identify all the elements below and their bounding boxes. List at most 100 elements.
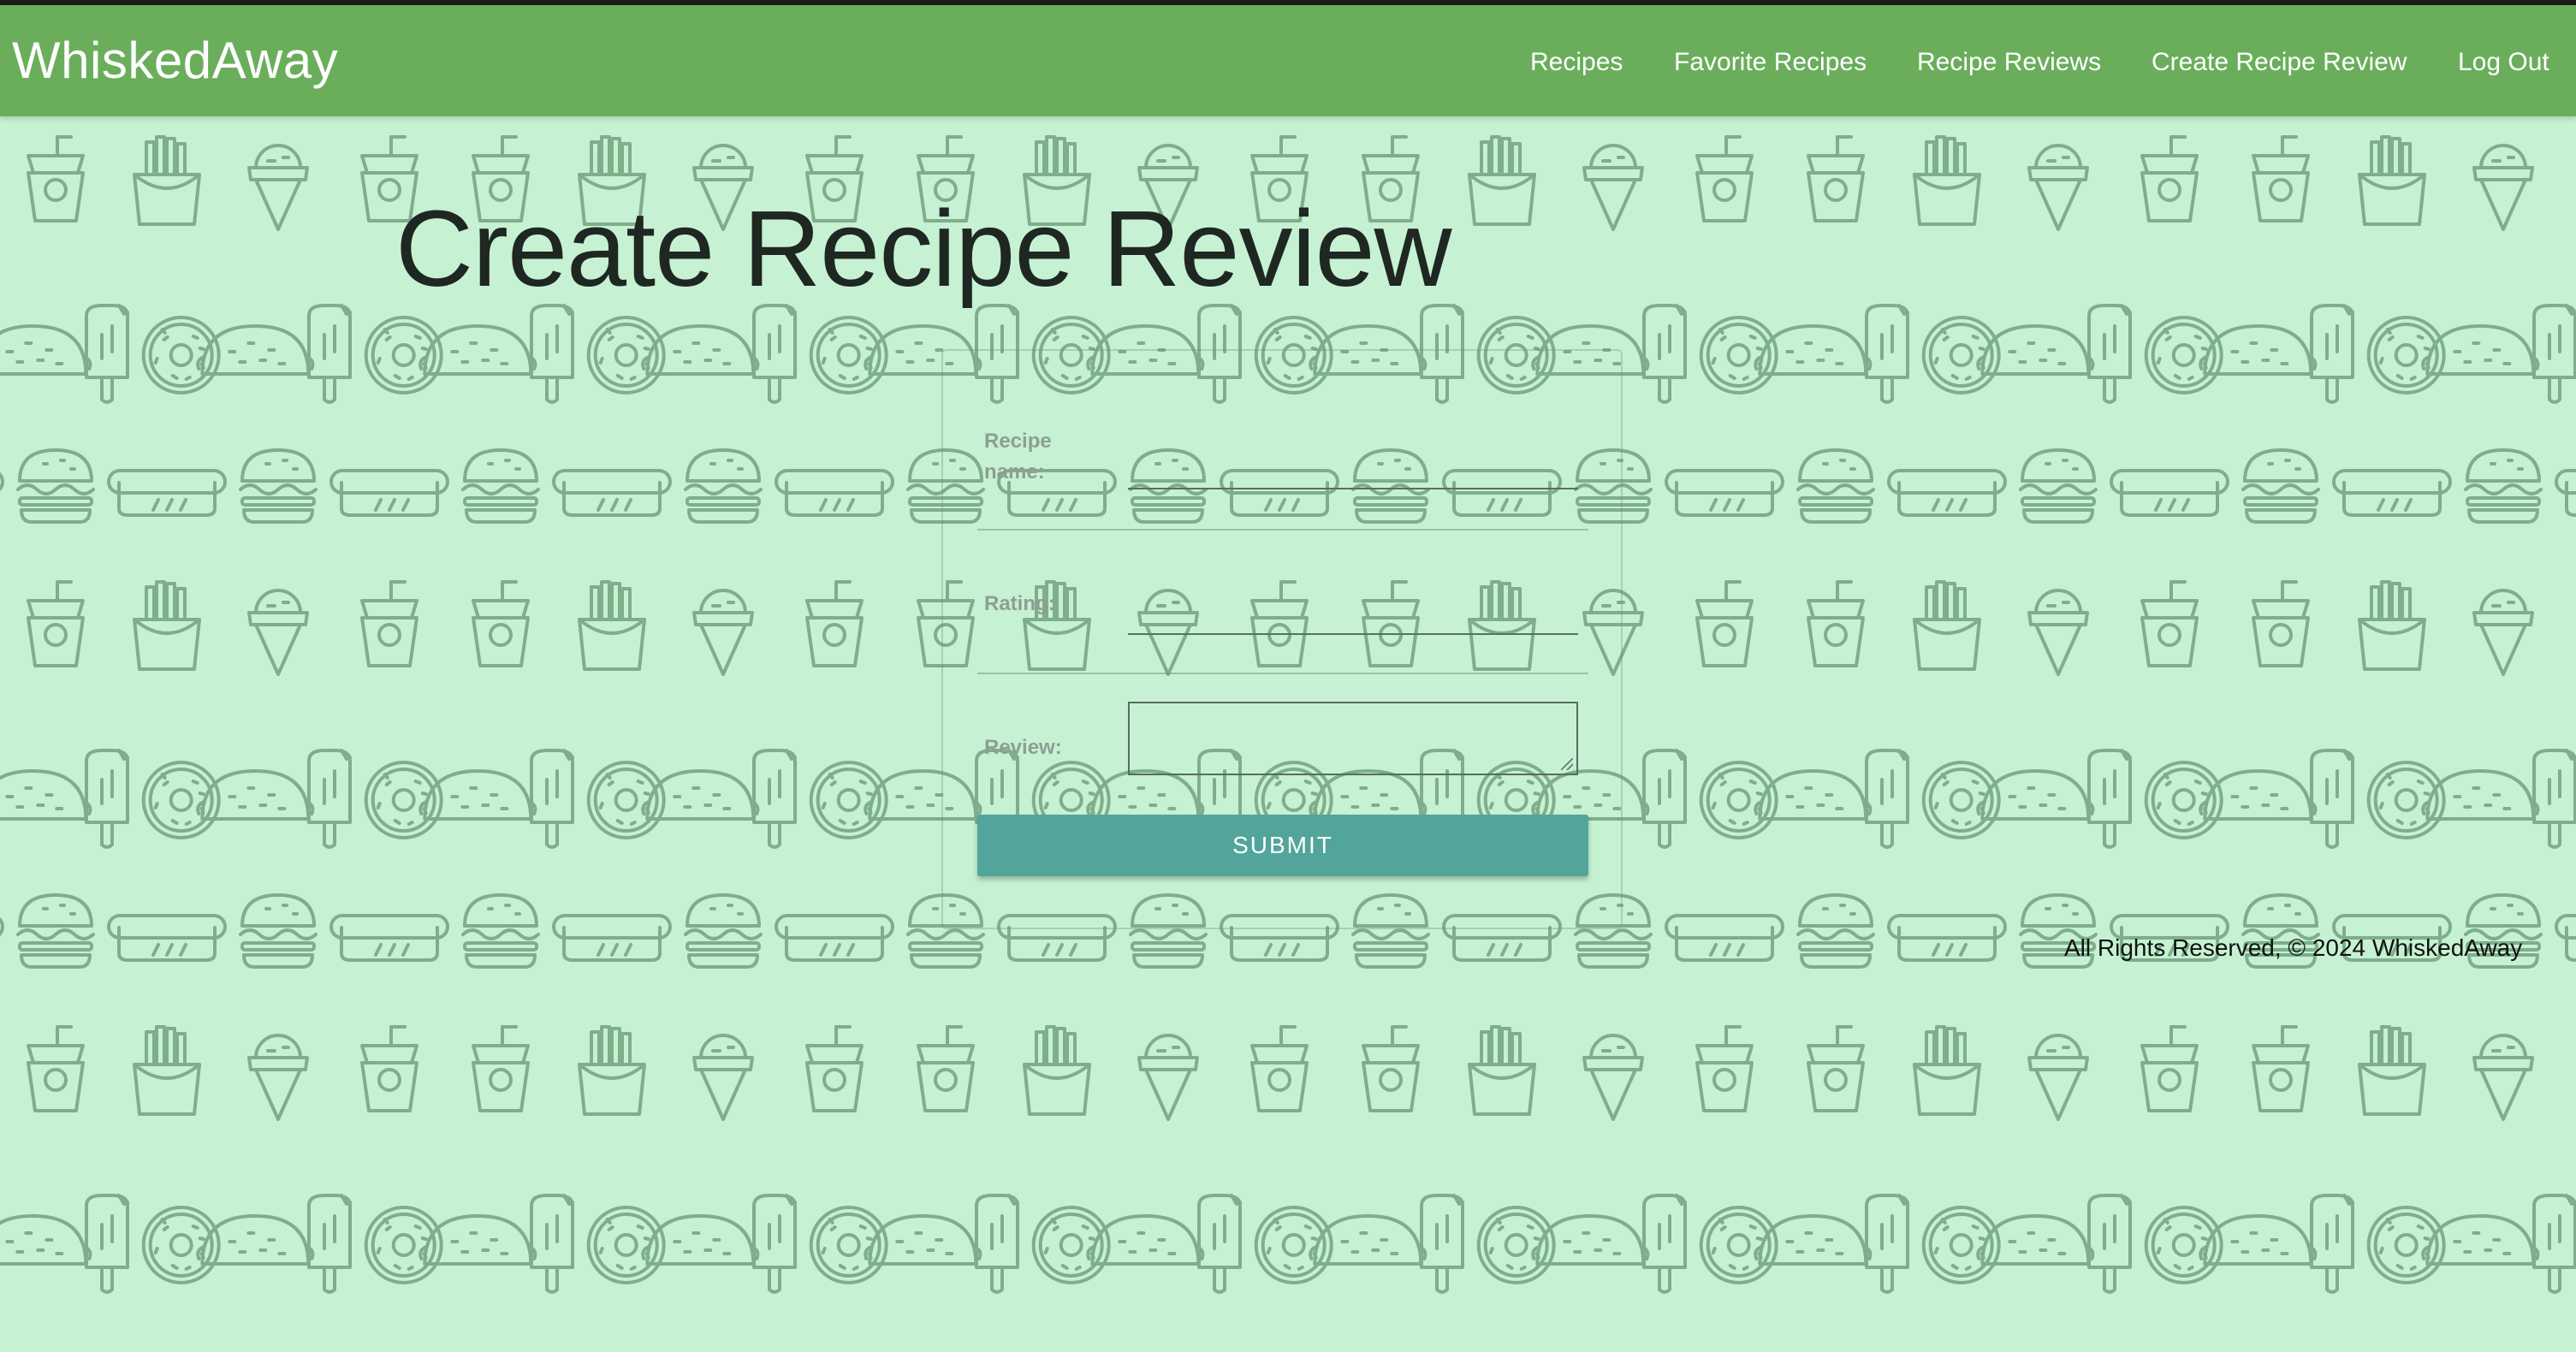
cup-pattern-icon: [1695, 580, 1754, 667]
hotdog-pattern-icon: [0, 469, 4, 517]
cup-pattern-icon: [1695, 1025, 1754, 1112]
burger-pattern-icon: [2241, 448, 2320, 524]
nav-link-log-out[interactable]: Log Out: [2458, 48, 2549, 77]
donut-pattern-icon: [2366, 1206, 2446, 1284]
cup-pattern-icon: [805, 580, 864, 667]
popsicle-pattern-icon: [1197, 1194, 1242, 1294]
cup-pattern-icon: [1807, 580, 1865, 667]
hotdog-pattern-icon: [1665, 914, 1784, 962]
nav-link-favorite-recipes[interactable]: Favorite Recipes: [1674, 48, 1867, 77]
hotdog-pattern-icon: [1887, 469, 2007, 517]
hotdog-pattern-icon: [107, 469, 227, 517]
cup-pattern-icon: [27, 135, 85, 222]
review-textarea[interactable]: [1128, 702, 1578, 775]
submit-button[interactable]: SUBMIT: [977, 815, 1588, 876]
burger-pattern-icon: [684, 448, 763, 524]
nav-link-create-recipe-review[interactable]: Create Recipe Review: [2152, 48, 2407, 77]
rating-divider: [977, 673, 1588, 674]
taco-pattern-icon: [1754, 769, 1873, 821]
taco-pattern-icon: [418, 769, 537, 821]
taco-pattern-icon: [641, 1214, 760, 1266]
popsicle-pattern-icon: [2310, 304, 2354, 404]
taco-pattern-icon: [1754, 324, 1873, 376]
popsicle-pattern-icon: [2310, 749, 2354, 849]
nav-link-recipe-reviews[interactable]: Recipe Reviews: [1917, 48, 2101, 77]
popsicle-pattern-icon: [307, 304, 352, 404]
cone-pattern-icon: [1582, 144, 1644, 231]
cone-pattern-icon: [2027, 1034, 2089, 1121]
hotdog-pattern-icon: [107, 914, 227, 962]
recipe-name-input[interactable]: [1128, 488, 1578, 489]
cone-pattern-icon: [1582, 1034, 1644, 1121]
cone-pattern-icon: [2472, 1034, 2534, 1121]
page-title: Create Recipe Review: [395, 188, 1452, 309]
brand-logo[interactable]: WhiskedAway: [12, 31, 338, 90]
fries-pattern-icon: [2358, 1025, 2426, 1116]
taco-pattern-icon: [418, 1214, 537, 1266]
hotdog-pattern-icon: [2555, 914, 2576, 962]
burger-pattern-icon: [1796, 893, 1875, 969]
popsicle-pattern-icon: [530, 1194, 574, 1294]
donut-pattern-icon: [809, 316, 888, 394]
donut-pattern-icon: [1921, 761, 2001, 839]
fries-pattern-icon: [1023, 1025, 1091, 1116]
cup-pattern-icon: [2140, 135, 2199, 222]
donut-pattern-icon: [141, 761, 221, 839]
recipe-name-label: Recipe name:: [984, 430, 1052, 483]
donut-pattern-icon: [809, 761, 888, 839]
burger-pattern-icon: [1796, 448, 1875, 524]
burger-pattern-icon: [16, 893, 95, 969]
top-navbar: WhiskedAway Recipes Favorite Recipes Rec…: [0, 5, 2576, 116]
cup-pattern-icon: [2252, 135, 2310, 222]
cup-pattern-icon: [1807, 1025, 1865, 1112]
donut-pattern-icon: [1699, 316, 1778, 394]
donut-pattern-icon: [2366, 316, 2446, 394]
popsicle-pattern-icon: [752, 749, 797, 849]
fries-pattern-icon: [1913, 1025, 1981, 1116]
popsicle-pattern-icon: [1865, 1194, 1909, 1294]
popsicle-pattern-icon: [85, 304, 129, 404]
popsicle-pattern-icon: [752, 304, 797, 404]
donut-pattern-icon: [141, 316, 221, 394]
cone-pattern-icon: [2472, 144, 2534, 231]
cup-pattern-icon: [27, 1025, 85, 1112]
hotdog-pattern-icon: [2110, 469, 2229, 517]
hotdog-pattern-icon: [329, 469, 449, 517]
nav-link-recipes[interactable]: Recipes: [1530, 48, 1623, 77]
donut-pattern-icon: [364, 761, 443, 839]
footer-copyright: All Rights Reserved, © 2024 WhiskedAway: [2064, 934, 2523, 961]
popsicle-pattern-icon: [1642, 749, 1687, 849]
cup-pattern-icon: [2252, 1025, 2310, 1112]
popsicle-pattern-icon: [1420, 1194, 1464, 1294]
fries-pattern-icon: [1913, 135, 1981, 226]
hotdog-pattern-icon: [1665, 469, 1784, 517]
fries-pattern-icon: [133, 580, 201, 671]
donut-pattern-icon: [2144, 761, 2223, 839]
donut-pattern-icon: [364, 316, 443, 394]
taco-pattern-icon: [1531, 1214, 1650, 1266]
cone-pattern-icon: [247, 144, 309, 231]
popsicle-pattern-icon: [2532, 749, 2576, 849]
cone-pattern-icon: [247, 589, 309, 676]
taco-pattern-icon: [641, 769, 760, 821]
hotdog-pattern-icon: [2332, 469, 2452, 517]
donut-pattern-icon: [586, 316, 666, 394]
donut-pattern-icon: [2366, 761, 2446, 839]
hotdog-pattern-icon: [552, 914, 672, 962]
taco-pattern-icon: [196, 769, 315, 821]
fries-pattern-icon: [1913, 580, 1981, 671]
cup-pattern-icon: [360, 1025, 418, 1112]
fries-pattern-icon: [2358, 580, 2426, 671]
cone-pattern-icon: [2027, 589, 2089, 676]
rating-input[interactable]: [1128, 633, 1578, 635]
resize-handle-icon[interactable]: [1561, 758, 1573, 770]
popsicle-pattern-icon: [975, 1194, 1019, 1294]
taco-pattern-icon: [418, 324, 537, 376]
donut-pattern-icon: [1254, 1206, 1333, 1284]
donut-pattern-icon: [586, 1206, 666, 1284]
fries-pattern-icon: [133, 135, 201, 226]
popsicle-pattern-icon: [2087, 749, 2132, 849]
donut-pattern-icon: [809, 1206, 888, 1284]
fries-pattern-icon: [2358, 135, 2426, 226]
hotdog-pattern-icon: [775, 914, 894, 962]
